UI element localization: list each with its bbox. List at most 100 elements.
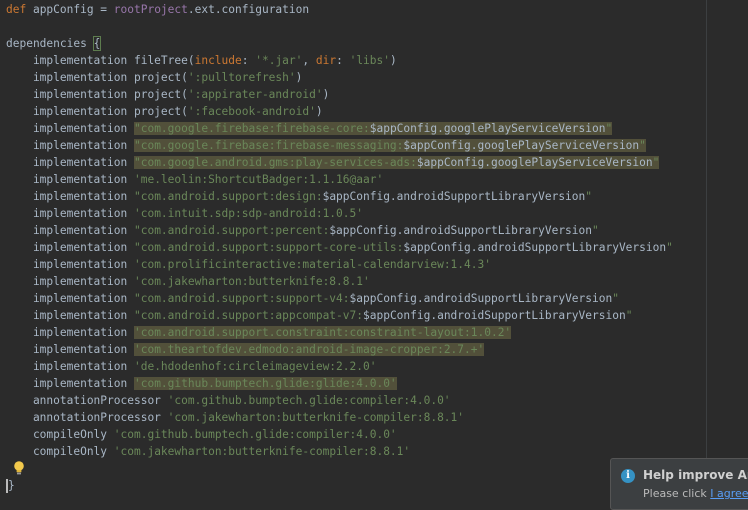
code-line: implementation "com.android.support:appc… <box>6 307 633 324</box>
code-token: 'com.github.bumptech.glide:glide:4.0.0' <box>133 377 397 390</box>
code-token: implementation <box>6 258 134 271</box>
code-line: implementation fileTree(include: '*.jar'… <box>6 52 397 69</box>
code-token: implementation <box>6 292 134 305</box>
code-token: implementation <box>6 207 134 220</box>
code-token: appConfig = <box>32 3 114 16</box>
code-line: implementation "com.google.firebase:fire… <box>6 137 646 154</box>
code-token: "com.google.firebase:firebase-core: <box>133 122 370 135</box>
code-token: " <box>612 292 619 305</box>
code-token: " <box>666 241 673 254</box>
code-token: annotationProcessor <box>6 394 168 407</box>
code-token: def <box>6 3 33 16</box>
code-line: implementation 'com.intuit.sdp:sdp-andro… <box>6 205 363 222</box>
code-token: $appConfig.googlePlayServiceVersion <box>369 122 606 135</box>
info-icon: i <box>621 469 635 483</box>
code-line: implementation 'me.leolin:ShortcutBadger… <box>6 171 383 188</box>
code-line: implementation "com.android.support:supp… <box>6 290 619 307</box>
code-token: ) <box>315 105 323 118</box>
notification-body: Please click I agree i <box>643 487 748 500</box>
code-token: include <box>194 54 242 67</box>
right-margin-guide <box>706 0 707 496</box>
code-token: " <box>605 122 613 135</box>
code-line: implementation "com.google.android.gms:p… <box>6 154 660 171</box>
code-token: implementation <box>6 309 134 322</box>
code-token: implementation <box>6 241 134 254</box>
code-token: : <box>241 54 256 67</box>
code-token: 'libs' <box>349 54 390 67</box>
code-line: def appConfig = rootProject.ext.configur… <box>6 1 309 18</box>
code-token: $appConfig.googlePlayServiceVersion <box>416 156 653 169</box>
code-line: implementation 'com.theartofdev.edmodo:a… <box>6 341 485 358</box>
code-token: $appConfig.androidSupportLibraryVersion <box>363 309 626 322</box>
code-token: 'com.android.support.constraint:constrai… <box>133 326 512 339</box>
code-line: implementation "com.android.support:perc… <box>6 222 599 239</box>
code-line: implementation 'com.jakewharton:butterkn… <box>6 273 370 290</box>
code-token: { <box>92 36 102 51</box>
code-line: compileOnly 'com.jakewharton:butterknife… <box>6 443 410 460</box>
code-token: implementation <box>6 122 134 135</box>
code-token: implementation project( <box>6 105 188 118</box>
code-token: implementation <box>6 190 134 203</box>
code-token: 'com.jakewharton:butterknife-compiler:8.… <box>167 411 465 424</box>
code-token: "com.android.support:support-v4: <box>133 292 350 305</box>
code-token: annotationProcessor <box>6 411 168 424</box>
code-line: implementation 'de.hdodenhof:circleimage… <box>6 358 377 375</box>
code-token: ) <box>295 71 303 84</box>
code-token: " <box>585 190 593 203</box>
code-line: dependencies { <box>6 35 102 52</box>
code-token: 'com.jakewharton:butterknife-compiler:8.… <box>113 445 411 458</box>
code-line: implementation "com.android.support:desi… <box>6 188 592 205</box>
code-token: implementation <box>6 139 134 152</box>
code-token: " <box>639 139 646 152</box>
code-token: implementation <box>6 275 134 288</box>
code-token: ':pulltorefresh' <box>187 71 296 84</box>
code-token: implementation <box>6 326 134 339</box>
notification-balloon[interactable]: i Help improve Andr Please click I agree… <box>610 458 748 510</box>
code-token: 'de.hdodenhof:circleimageview:2.2.0' <box>133 360 377 373</box>
code-token: '*.jar' <box>255 54 303 67</box>
code-token: " <box>652 156 660 169</box>
code-token: ':appirater-android' <box>187 88 323 101</box>
code-line: } <box>6 477 15 494</box>
code-token: "com.google.firebase:firebase-messaging: <box>133 139 404 152</box>
code-token: implementation <box>6 377 134 390</box>
code-line: compileOnly 'com.github.bumptech.glide:c… <box>6 426 397 443</box>
code-token: 'me.leolin:ShortcutBadger:1.1.16@aar' <box>133 173 384 186</box>
code-line: annotationProcessor 'com.jakewharton:but… <box>6 409 464 426</box>
code-token: 'com.intuit.sdp:sdp-android:1.0.5' <box>133 207 363 220</box>
code-line: implementation 'com.github.bumptech.glid… <box>6 375 397 392</box>
code-token: } <box>8 479 15 492</box>
code-token: " <box>592 224 599 237</box>
code-editor[interactable]: def appConfig = rootProject.ext.configur… <box>0 0 748 496</box>
code-line: implementation project(':appirater-andro… <box>6 86 329 103</box>
code-token: 'com.github.bumptech.glide:compiler:4.0.… <box>113 428 397 441</box>
code-token: "com.android.support:design: <box>133 190 323 203</box>
code-token: .ext.configuration <box>187 3 310 16</box>
code-token: "com.android.support:percent: <box>133 224 330 237</box>
code-token: compileOnly <box>6 428 114 441</box>
code-line: implementation project(':pulltorefresh') <box>6 69 302 86</box>
code-token: ) <box>322 88 330 101</box>
code-token: ) <box>390 54 397 67</box>
code-token: implementation <box>6 173 134 186</box>
code-token: : <box>336 54 350 67</box>
code-line: implementation 'com.prolificinteractive:… <box>6 256 491 273</box>
code-token: 'com.theartofdev.edmodo:android-image-cr… <box>133 343 485 356</box>
lightbulb-icon[interactable] <box>13 460 25 476</box>
code-line: implementation 'com.android.support.cons… <box>6 324 512 341</box>
code-token: $appConfig.androidSupportLibraryVersion <box>403 241 667 254</box>
code-token: implementation fileTree( <box>6 54 195 67</box>
code-line: annotationProcessor 'com.github.bumptech… <box>6 392 451 409</box>
agree-link[interactable]: I agree i <box>710 487 748 500</box>
code-token: implementation project( <box>6 71 188 84</box>
code-line: implementation "com.google.firebase:fire… <box>6 120 613 137</box>
code-token: implementation <box>6 360 134 373</box>
code-token: implementation <box>6 224 134 237</box>
code-token: ':facebook-android' <box>187 105 316 118</box>
code-token: 'com.jakewharton:butterknife:8.8.1' <box>133 275 370 288</box>
code-token: "com.google.android.gms:play-services-ad… <box>133 156 417 169</box>
notification-body-text: Please click <box>643 487 711 500</box>
code-token: , <box>302 54 316 67</box>
code-token: $appConfig.androidSupportLibraryVersion <box>322 190 586 203</box>
code-token: "com.android.support:support-core-utils: <box>133 241 404 254</box>
